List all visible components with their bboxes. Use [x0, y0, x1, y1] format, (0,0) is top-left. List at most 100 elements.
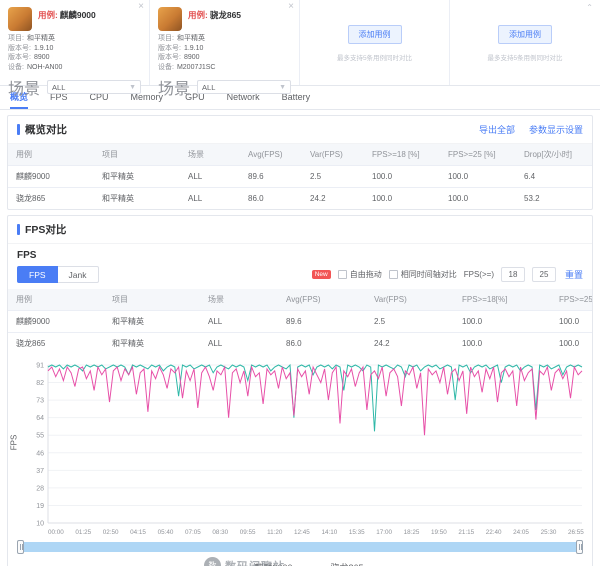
case-name: 用例:麒麟9000	[38, 9, 96, 21]
field-project: 项目:和平精英	[158, 34, 291, 44]
export-all-link[interactable]: 导出全部	[479, 123, 515, 136]
svg-text:73: 73	[36, 398, 44, 405]
x-axis-ticks: 00:0001:2502:5004:1505:4007:0508:3009:55…	[20, 529, 586, 536]
table-cell: 2.5	[302, 166, 364, 188]
case-label: 用例:	[188, 10, 208, 20]
case-label: 用例:	[38, 10, 58, 20]
fps-chart-area: FPS 91827364554637281910 00:0001:2502:50…	[8, 354, 592, 536]
same-timeline-checkbox[interactable]: 相同时间轴对比	[389, 269, 457, 280]
close-icon[interactable]: ×	[138, 2, 144, 12]
x-tick-label: 19:50	[431, 529, 447, 536]
add-case-slot: 添加用例 最多支持5条用例同时对比	[450, 0, 600, 85]
add-case-hint: 最多支持5条用例同时对比	[337, 52, 412, 62]
table-cell: 100.0	[551, 311, 592, 333]
fps-compare-panel: FPS对比 FPS FPS Jank New 自由拖动 相同时间轴对比 FPS(…	[7, 215, 593, 566]
game-icon	[158, 7, 182, 31]
table-cell: 骁龙865	[8, 188, 94, 210]
table-row: 麒麟9000和平精英ALL89.62.5100.0100.06.41	[8, 166, 592, 188]
scene-select[interactable]: ALL▼	[197, 80, 291, 94]
zoom-slider[interactable]	[18, 542, 582, 552]
x-tick-label: 02:50	[103, 529, 119, 536]
table-row: 骁龙865和平精英ALL86.024.2100.0100.053.20	[8, 188, 592, 210]
case-card-kirin9000: × 用例:麒麟9000 项目:和平精英 版本号:1.9.10 版本号:8900 …	[0, 0, 150, 85]
svg-text:82: 82	[36, 380, 44, 387]
title-accent-bar	[17, 124, 20, 135]
svg-text:28: 28	[36, 485, 44, 492]
new-badge: New	[312, 270, 331, 279]
fps-threshold-input-low[interactable]	[501, 267, 525, 282]
scene-label: 场景	[158, 75, 190, 99]
slider-handle-left[interactable]	[17, 540, 24, 554]
add-case-button[interactable]: 添加用例	[348, 25, 402, 44]
column-header: Var(FPS)	[302, 144, 364, 166]
fps-line-chart[interactable]: 91827364554637281910	[20, 360, 586, 528]
overview-panel: 概览对比 导出全部 参数显示设置 用例项目场景Avg(FPS)Var(FPS)F…	[7, 115, 593, 210]
svg-text:55: 55	[36, 433, 44, 440]
svg-text:91: 91	[36, 363, 44, 370]
field-device: 设备:NOH-AN00	[8, 63, 141, 73]
column-header: FPS>=18[%]	[454, 289, 551, 311]
legend-label: 骁龙865	[331, 561, 364, 566]
overview-table: 用例项目场景Avg(FPS)Var(FPS)FPS>=18 [%]FPS>=25…	[8, 144, 592, 209]
column-header: 项目	[94, 144, 180, 166]
table-cell: 100.0	[551, 333, 592, 355]
add-case-slot: 添加用例 最多支持5条用例同时对比	[300, 0, 450, 85]
jank-toggle-button[interactable]: Jank	[58, 266, 99, 283]
close-icon[interactable]: ×	[288, 2, 294, 12]
column-header: 用例	[8, 289, 104, 311]
chevron-up-icon[interactable]: ⌃	[586, 3, 593, 12]
table-cell: ALL	[200, 333, 278, 355]
x-tick-label: 25:30	[541, 529, 557, 536]
table-cell: 86.0	[278, 333, 366, 355]
checkbox-icon	[338, 270, 347, 279]
x-tick-label: 26:55	[568, 529, 584, 536]
device-cards-bar: × 用例:麒麟9000 项目:和平精英 版本号:1.9.10 版本号:8900 …	[0, 0, 600, 86]
fps-threshold-label: FPS(>=)	[464, 270, 494, 279]
svg-text:64: 64	[36, 415, 44, 422]
fps-threshold-input-high[interactable]	[532, 267, 556, 282]
fps-table-wrap: 用例项目场景Avg(FPS)Var(FPS)FPS>=18[%]FPS>=25[…	[8, 289, 592, 354]
slider-handle-right[interactable]	[576, 540, 583, 554]
table-cell: ALL	[180, 188, 240, 210]
x-tick-label: 24:05	[513, 529, 529, 536]
column-header: FPS>=18 [%]	[364, 144, 440, 166]
table-cell: 麒麟9000	[8, 311, 104, 333]
case-name: 用例:骁龙865	[188, 9, 241, 21]
table-cell: 89.6	[240, 166, 302, 188]
table-cell: 2.5	[366, 311, 454, 333]
reset-button[interactable]: 重置	[565, 268, 583, 281]
table-cell: 53.2	[516, 188, 592, 210]
column-header: 场景	[200, 289, 278, 311]
table-cell: ALL	[200, 311, 278, 333]
panel-title: FPS对比	[17, 222, 66, 237]
add-case-hint: 最多支持5条用例同时对比	[487, 52, 562, 62]
table-cell: 100.0	[454, 333, 551, 355]
legend-item[interactable]: 骁龙865	[313, 561, 364, 566]
add-case-button[interactable]: 添加用例	[498, 25, 552, 44]
panel-title: 概览对比	[17, 122, 67, 137]
x-tick-label: 12:45	[294, 529, 310, 536]
free-drag-checkbox[interactable]: 自由拖动	[338, 269, 382, 280]
fps-jank-toggle: FPS Jank	[17, 266, 99, 283]
table-cell: 100.0	[440, 188, 516, 210]
field-version: 版本号:1.9.10	[158, 44, 291, 54]
x-tick-label: 21:15	[458, 529, 474, 536]
table-cell: 100.0	[364, 166, 440, 188]
table-cell: 100.0	[440, 166, 516, 188]
table-cell: 89.6	[278, 311, 366, 333]
fps-subtitle: FPS	[8, 244, 592, 263]
x-tick-label: 04:15	[130, 529, 146, 536]
field-build: 版本号:8900	[158, 53, 291, 63]
column-header: Avg(FPS)	[278, 289, 366, 311]
fps-toggle-button[interactable]: FPS	[17, 266, 58, 283]
table-row: 麒麟9000和平精英ALL89.62.5100.0100.0	[8, 311, 592, 333]
fps-controls: FPS Jank New 自由拖动 相同时间轴对比 FPS(>=) 重置	[8, 263, 592, 289]
column-header: Var(FPS)	[366, 289, 454, 311]
field-project: 项目:和平精英	[8, 34, 141, 44]
x-tick-label: 05:40	[158, 529, 174, 536]
table-cell: 100.0	[364, 188, 440, 210]
param-display-settings-link[interactable]: 参数显示设置	[529, 123, 583, 136]
x-tick-label: 11:20	[267, 529, 282, 536]
column-header: 用例	[8, 144, 94, 166]
scene-select[interactable]: ALL▼	[47, 80, 141, 94]
